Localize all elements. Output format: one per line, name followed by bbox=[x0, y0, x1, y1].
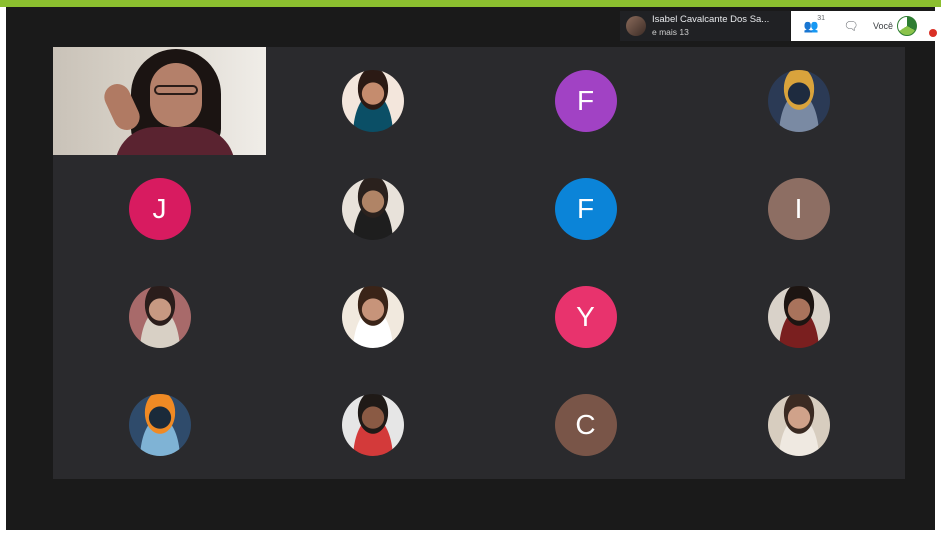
participant-tile[interactable] bbox=[692, 47, 905, 155]
participants-count: 31 bbox=[817, 15, 825, 22]
participant-photo-avatar bbox=[128, 394, 191, 456]
participant-initial-avatar: F bbox=[554, 178, 617, 240]
presenter-more: e mais 13 bbox=[652, 27, 689, 37]
participant-tile[interactable] bbox=[266, 371, 479, 479]
presenter-name: Isabel Cavalcante Dos Sa... bbox=[652, 14, 770, 25]
record-indicator-icon bbox=[929, 29, 937, 37]
participant-initial-avatar: J bbox=[128, 178, 191, 240]
participant-tile[interactable]: Y bbox=[479, 263, 692, 371]
participant-tile[interactable] bbox=[266, 155, 479, 263]
participant-tile[interactable]: I bbox=[692, 155, 905, 263]
user-avatar-icon[interactable] bbox=[897, 16, 918, 36]
participant-tile[interactable] bbox=[53, 371, 266, 479]
participant-tile[interactable] bbox=[53, 47, 266, 155]
participant-tile[interactable] bbox=[266, 47, 479, 155]
participant-tile[interactable]: J bbox=[53, 155, 266, 263]
participant-photo-avatar bbox=[128, 286, 191, 348]
meeting-controls: 👥 31 🗨 Você bbox=[791, 11, 937, 41]
participant-tile[interactable] bbox=[53, 263, 266, 371]
meeting-header: Isabel Cavalcante Dos Sa... e mais 13 👥 … bbox=[6, 7, 937, 45]
participant-initial-avatar: F bbox=[554, 70, 617, 132]
top-accent-bar bbox=[0, 0, 941, 7]
participant-initial-avatar: C bbox=[554, 394, 617, 456]
participant-grid: F J F I YC bbox=[53, 47, 905, 479]
participant-photo-avatar bbox=[767, 394, 830, 456]
participant-tile[interactable]: F bbox=[479, 47, 692, 155]
participant-tile[interactable] bbox=[692, 263, 905, 371]
meeting-window: Isabel Cavalcante Dos Sa... e mais 13 👥 … bbox=[6, 7, 937, 530]
participant-video bbox=[53, 47, 266, 155]
presenter-info: Isabel Cavalcante Dos Sa... e mais 13 bbox=[652, 14, 769, 38]
participant-initial-avatar: I bbox=[767, 178, 830, 240]
participants-button[interactable]: 👥 31 bbox=[791, 11, 831, 41]
participant-photo-avatar bbox=[767, 70, 830, 132]
participant-photo-avatar bbox=[341, 70, 404, 132]
participant-photo-avatar bbox=[341, 394, 404, 456]
chat-button[interactable]: 🗨 bbox=[831, 11, 871, 41]
chat-icon: 🗨 bbox=[843, 19, 859, 33]
participant-tile[interactable] bbox=[692, 371, 905, 479]
bottom-area bbox=[6, 479, 935, 530]
participant-initial-avatar: Y bbox=[554, 286, 617, 348]
presenter-avatar bbox=[626, 16, 646, 36]
participant-tile[interactable]: C bbox=[479, 371, 692, 479]
you-label: Você bbox=[873, 21, 894, 31]
participant-tile[interactable]: F bbox=[479, 155, 692, 263]
participant-photo-avatar bbox=[341, 178, 404, 240]
participant-photo-avatar bbox=[341, 286, 404, 348]
participant-photo-avatar bbox=[767, 286, 830, 348]
presenter-chip[interactable]: Isabel Cavalcante Dos Sa... e mais 13 bbox=[620, 11, 790, 41]
participant-tile[interactable] bbox=[266, 263, 479, 371]
